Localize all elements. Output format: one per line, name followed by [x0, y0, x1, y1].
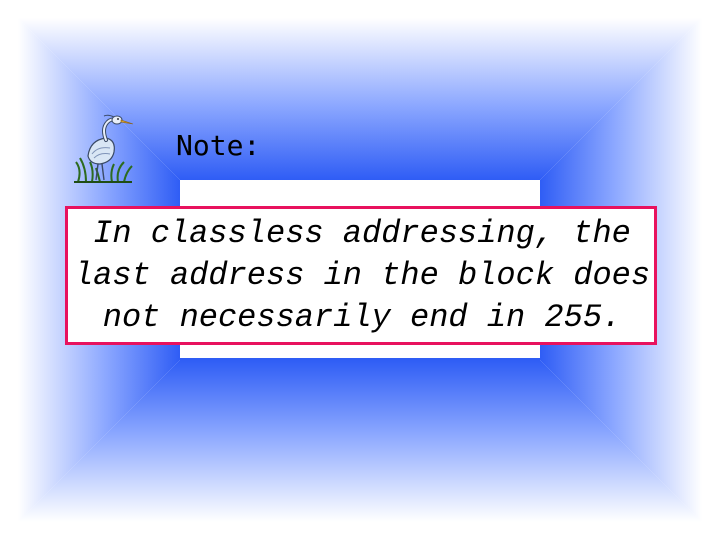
note-text: In classless addressing, the last addres… — [73, 215, 651, 336]
heron-icon — [72, 112, 134, 184]
note-label: Note: — [176, 129, 261, 162]
slide: Note: In classless addressing, the last … — [0, 0, 720, 540]
